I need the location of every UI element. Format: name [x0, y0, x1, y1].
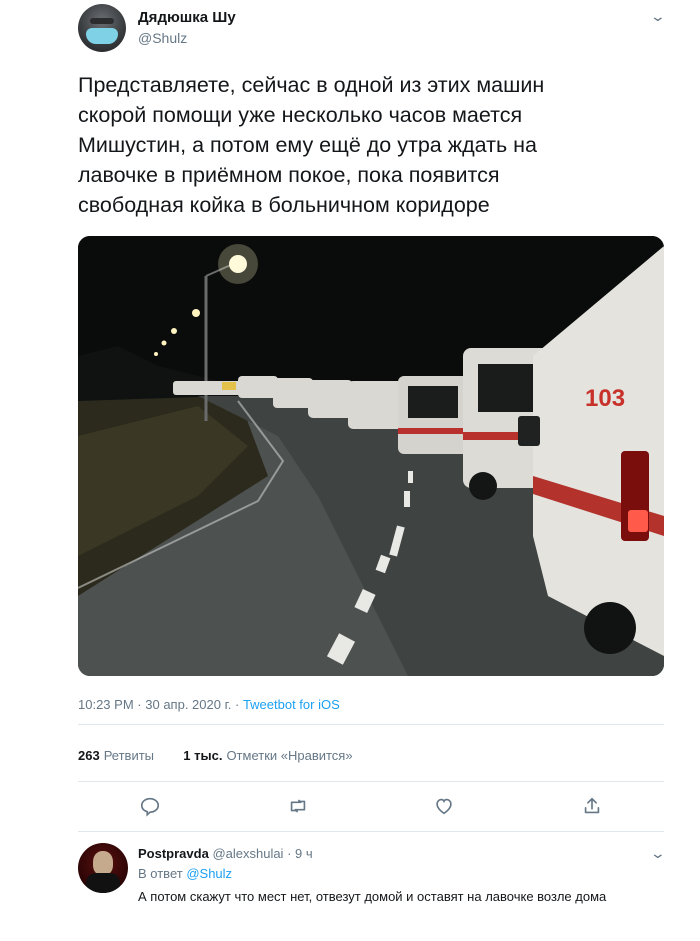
meta-separator: · — [234, 697, 240, 712]
retweet-icon[interactable] — [286, 795, 310, 822]
retweets-stat[interactable]: 263 Ретвиты — [78, 748, 154, 763]
share-icon[interactable] — [581, 795, 603, 822]
ambulance-number: 103 — [585, 385, 625, 412]
chevron-down-icon[interactable]: ⌄ — [650, 8, 666, 25]
tweet-meta: 10:23 PM · 30 апр. 2020 г. · Tweetbot fo… — [78, 697, 340, 712]
reply-author-handle[interactable]: @alexshulai — [212, 846, 283, 861]
tweet-time[interactable]: 10:23 PM — [78, 697, 134, 712]
reply-to-label: В ответ — [138, 866, 183, 881]
reply-avatar[interactable] — [78, 843, 128, 893]
reply-header: Postpravda @alexshulai · 9 ч — [138, 846, 313, 861]
avatar-mask — [86, 28, 118, 44]
divider — [78, 831, 664, 832]
tweet-photo[interactable]: 103 — [78, 236, 664, 676]
divider — [78, 781, 664, 782]
reply-time[interactable]: 9 ч — [295, 846, 313, 861]
avatar-face — [93, 851, 113, 875]
tweet-date[interactable]: 30 апр. 2020 г. — [145, 697, 231, 712]
like-icon[interactable] — [433, 795, 455, 822]
tweet-stats: 263 Ретвиты 1 тыс. Отметки «Нравится» — [78, 748, 353, 763]
divider — [78, 724, 664, 725]
reply-to-line: В ответ @Shulz — [138, 866, 232, 881]
reply-to-mention[interactable]: @Shulz — [186, 866, 232, 881]
photo-illustration: 103 — [78, 236, 664, 676]
tweet-text: Представляете, сейчас в одной из этих ма… — [78, 73, 545, 217]
likes-stat[interactable]: 1 тыс. Отметки «Нравится» — [183, 748, 352, 763]
chevron-down-icon[interactable]: ⌄ — [650, 845, 666, 862]
reply-icon[interactable] — [139, 795, 161, 822]
meta-separator: · — [137, 697, 142, 712]
avatar-body — [86, 873, 120, 893]
reply-author-name[interactable]: Postpravda — [138, 846, 209, 861]
avatar-eyes — [90, 18, 114, 24]
author-avatar[interactable] — [78, 4, 126, 52]
author-handle[interactable]: @Shulz — [138, 30, 187, 46]
tweet-source[interactable]: Tweetbot for iOS — [243, 697, 340, 712]
reply-separator: · — [287, 846, 292, 861]
author-name[interactable]: Дядюшка Шу — [138, 9, 236, 26]
reply-text: А потом скажут что мест нет, отвезут дом… — [138, 889, 607, 904]
